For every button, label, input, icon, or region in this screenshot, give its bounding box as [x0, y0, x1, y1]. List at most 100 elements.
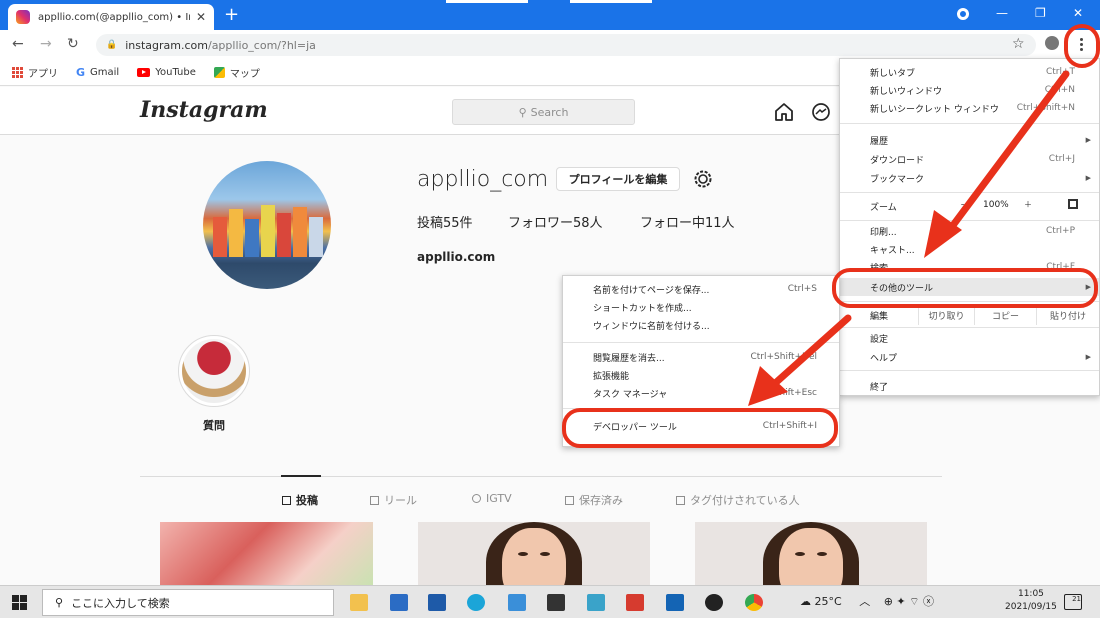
avatar-detail [261, 205, 275, 257]
search-input[interactable]: ⚲ Search [452, 99, 635, 125]
menu-label: 閲覧履歴を消去... [593, 353, 665, 364]
menu-shortcut: Shift+Esc [773, 388, 817, 398]
submenu-item-save-page[interactable]: 名前を付けてページを保存... Ctrl+S [563, 280, 839, 298]
menu-item-exit[interactable]: 終了 [840, 377, 1099, 395]
tab-saved[interactable]: 保存済み [565, 492, 623, 508]
store-icon[interactable] [547, 594, 565, 611]
igtv-icon [472, 494, 481, 503]
tab-tagged[interactable]: タグ付けされている人 [676, 492, 800, 508]
menu-item-print[interactable]: 印刷... Ctrl+P [840, 222, 1099, 240]
following-count[interactable]: フォロー中11人 [640, 212, 735, 231]
zoom-label: ズーム [870, 203, 897, 213]
cloud-app-icon[interactable] [705, 594, 723, 611]
post-thumbnail[interactable] [418, 522, 650, 586]
menu-item-cast[interactable]: キャスト... [840, 240, 1099, 258]
bookmark-label: YouTube [155, 67, 196, 78]
story-highlight[interactable] [178, 335, 250, 407]
menu-label: 新しいタブ [870, 68, 916, 79]
edge-icon[interactable] [467, 594, 485, 611]
notification-icon[interactable]: 21 [1064, 594, 1082, 610]
menu-item-history[interactable]: 履歴 ▶ [840, 131, 1099, 149]
menu-item-new-tab[interactable]: 新しいタブ Ctrl+T [840, 63, 1099, 81]
lock-icon: 🔒 [106, 40, 118, 50]
menu-item-incognito[interactable]: 新しいシークレット ウィンドウ Ctrl+Shift+N [840, 99, 1099, 117]
instagram-favicon-icon [16, 10, 30, 24]
close-tab-icon[interactable]: ✕ [196, 10, 206, 24]
bookmark-star-icon[interactable]: ☆ [1012, 36, 1025, 52]
apps-grid-icon [12, 67, 23, 78]
profile-avatar[interactable] [203, 161, 331, 289]
search-icon: ⚲ [518, 105, 527, 119]
taskbar-clock[interactable]: 11:05 2021/09/15 [1005, 588, 1057, 614]
home-icon[interactable] [774, 102, 794, 122]
word-icon[interactable] [428, 594, 446, 611]
back-icon[interactable]: ← [12, 36, 24, 52]
menu-zoom-row: ズーム － 100% ＋ [840, 196, 1099, 218]
restore-icon[interactable]: ❐ [1035, 6, 1046, 20]
tagged-icon [676, 495, 685, 505]
submenu-item-task-manager[interactable]: タスク マネージャ Shift+Esc [563, 384, 839, 402]
profile-website[interactable]: appllio.com [417, 250, 495, 264]
post-thumbnail[interactable] [695, 522, 927, 586]
tray-chevron-icon[interactable]: ︿ [859, 595, 870, 608]
bookmark-apps[interactable]: アプリ [12, 65, 58, 80]
avatar-detail [277, 213, 291, 257]
bookmark-youtube[interactable]: YouTube [137, 67, 196, 78]
mail-icon[interactable] [390, 594, 408, 611]
avatar-detail [309, 217, 323, 257]
account-avatar-icon[interactable] [1045, 36, 1059, 50]
address-bar[interactable]: 🔒 instagram.com/appllio_com/?hl=ja [96, 34, 1036, 56]
menu-label: タスク マネージャ [593, 389, 668, 400]
file-explorer-icon[interactable] [350, 594, 368, 611]
minimize-icon[interactable]: — [996, 6, 1008, 20]
gear-icon[interactable] [692, 168, 714, 190]
tab-igtv[interactable]: IGTV [472, 492, 512, 505]
menu-item-downloads[interactable]: ダウンロード Ctrl+J [840, 150, 1099, 168]
zoom-out-button[interactable]: － [960, 198, 980, 211]
app-icon[interactable] [587, 594, 605, 611]
photos-icon[interactable] [508, 594, 526, 611]
acrobat-icon[interactable] [626, 594, 644, 611]
tab-label: IGTV [486, 492, 512, 505]
tab-reels[interactable]: リール [370, 492, 417, 508]
menu-item-bookmarks[interactable]: ブックマーク ▶ [840, 169, 1099, 187]
submenu-item-extensions[interactable]: 拡張機能 [563, 366, 839, 384]
submenu-item-clear-history[interactable]: 閲覧履歴を消去... Ctrl+Shift+Del [563, 348, 839, 366]
new-tab-button[interactable]: + [224, 5, 239, 25]
close-window-icon[interactable]: ✕ [1073, 6, 1083, 20]
menu-item-new-window[interactable]: 新しいウィンドウ Ctrl+N [840, 81, 1099, 99]
chrome-icon[interactable] [745, 594, 763, 611]
outlook-icon[interactable] [666, 594, 684, 611]
bookmark-gmail[interactable]: G Gmail [76, 66, 119, 79]
url-path: /appllio_com/?hl=ja [207, 38, 316, 52]
taskbar-search-input[interactable]: ⚲ ここに入力して検索 [42, 589, 334, 616]
submenu-item-create-shortcut[interactable]: ショートカットを作成... [563, 298, 839, 316]
forward-icon[interactable]: → [40, 36, 52, 52]
bookmark-maps[interactable]: マップ [213, 65, 260, 80]
menu-item-settings[interactable]: 設定 [840, 329, 1099, 347]
edit-profile-button[interactable]: プロフィールを編集 [556, 167, 680, 191]
browser-tab[interactable]: appllio.com(@appllio_com) • Ins ✕ [8, 4, 214, 30]
windows-start-icon[interactable] [12, 595, 27, 610]
menu-separator [840, 192, 1099, 193]
messenger-icon[interactable] [811, 102, 831, 122]
copy-button[interactable]: コピー [974, 305, 1036, 325]
instagram-logo[interactable]: Instagram [140, 97, 268, 123]
paste-button[interactable]: 貼り付け [1036, 305, 1099, 325]
reload-icon[interactable]: ↻ [67, 36, 79, 52]
cut-button[interactable]: 切り取り [918, 305, 974, 325]
tab-posts[interactable]: 投稿 [282, 492, 318, 508]
zoom-in-button[interactable]: ＋ [1024, 199, 1032, 210]
followers-count[interactable]: フォロワー58人 [508, 212, 603, 231]
tab-strip-decoration [446, 0, 528, 3]
submenu-item-name-window[interactable]: ウィンドウに名前を付ける... [563, 316, 839, 334]
fullscreen-icon[interactable] [1068, 199, 1078, 209]
weather-temperature[interactable]: 25°C [815, 595, 842, 608]
tray-icons[interactable]: ⊕ ✦ ⌔ ⓧ [884, 595, 934, 608]
extension-icon[interactable] [957, 8, 969, 20]
menu-item-help[interactable]: ヘルプ ▶ [840, 348, 1099, 366]
menu-label: ショートカットを作成... [593, 303, 692, 314]
post-thumbnail[interactable] [160, 522, 373, 586]
avatar-detail [229, 209, 243, 257]
menu-label: 拡張機能 [593, 371, 630, 382]
